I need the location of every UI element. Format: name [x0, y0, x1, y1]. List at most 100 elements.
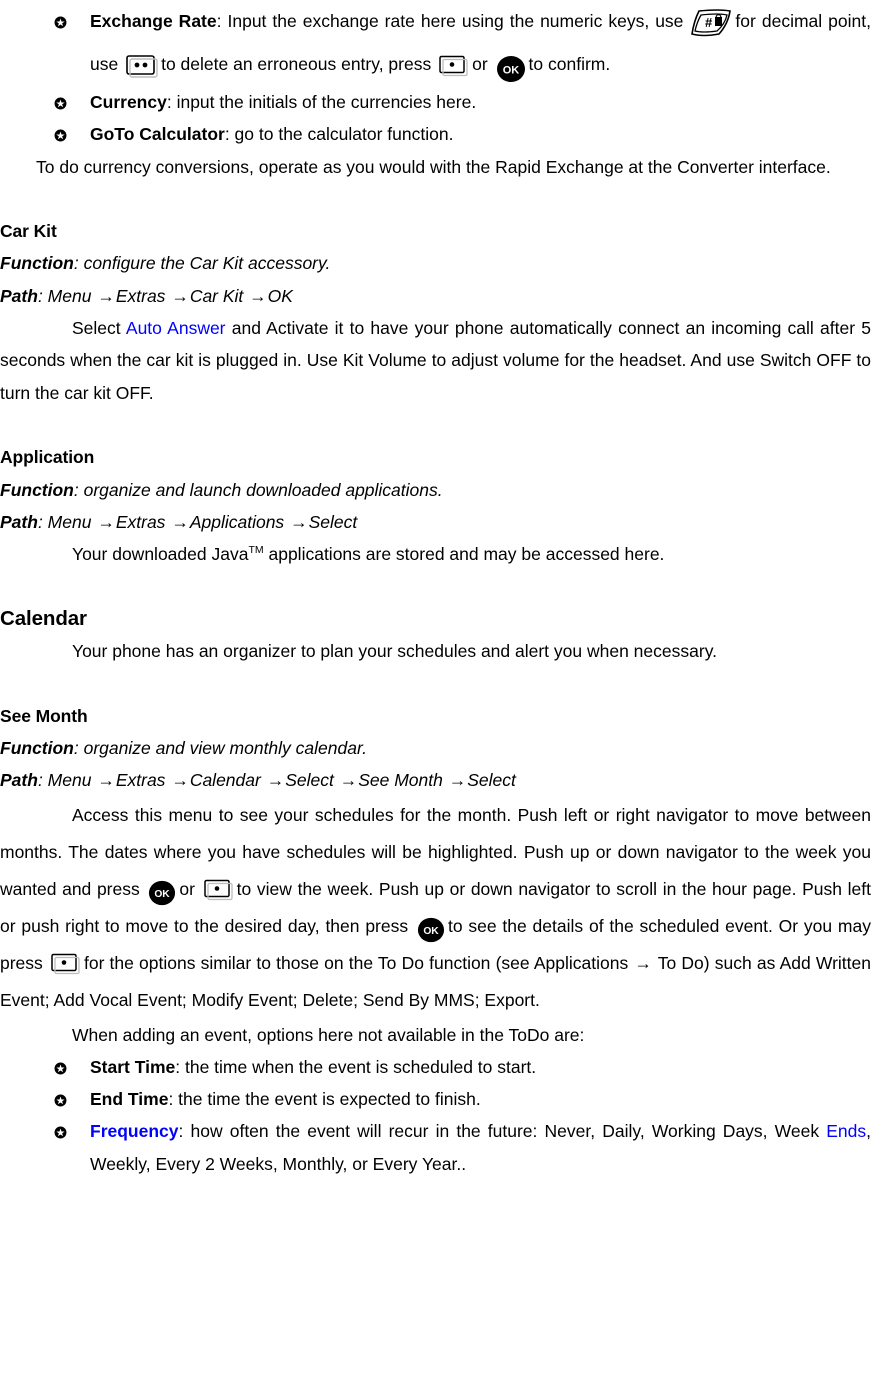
path-item: Select: [467, 770, 516, 791]
svg-text:OK: OK: [155, 890, 171, 901]
path-item: Menu: [47, 511, 92, 532]
soft-key-icon: [439, 55, 469, 77]
arrow-icon: →: [290, 511, 308, 532]
event-options-list: Start Time: the time when the event is s…: [0, 1051, 871, 1180]
arrow-icon: →: [97, 770, 115, 791]
application-body-2: applications are stored and may be acces…: [268, 544, 665, 565]
end-time-text: : the time the event is expected to fini…: [168, 1089, 481, 1110]
exchange-rate-text-3: to delete an erroneous entry, press: [161, 54, 432, 74]
car-kit-path-line: Path: Menu →Extras →Car Kit →OK: [0, 285, 293, 306]
function-text: : organize and view monthly calendar.: [73, 737, 367, 758]
application-body-1: Your downloaded Java: [72, 544, 249, 565]
link-auto-answer[interactable]: Auto Answer: [126, 318, 226, 338]
path-item: Menu: [47, 285, 92, 306]
paragraph-application-body: Your downloaded JavaTM applications are …: [0, 538, 871, 570]
list-item: End Time: the time the event is expected…: [0, 1083, 871, 1115]
path-item: Extras: [115, 285, 166, 306]
see-month-function-line: Function: organize and view monthly cale…: [0, 732, 871, 764]
paragraph-see-month-body: Access this menu to see your schedules f…: [0, 797, 871, 1019]
path-item: See Month: [358, 770, 443, 791]
path-item: Car Kit: [189, 285, 244, 306]
application-function-line: Function: organize and launch downloaded…: [0, 474, 871, 506]
path-item: OK: [267, 285, 293, 306]
trademark-mark: TM: [248, 544, 264, 557]
svg-text:#: #: [705, 15, 713, 30]
arrow-icon: →: [97, 511, 115, 532]
goto-calculator-text: : go to the calculator function.: [224, 124, 454, 145]
path-label: Path: [0, 285, 38, 306]
soft-key-icon: [203, 879, 234, 901]
exchange-rate-text-1: : Input the exchange rate here using the…: [216, 11, 684, 31]
svg-text:OK: OK: [423, 927, 439, 938]
ok-key-icon: OK: [496, 54, 526, 84]
list-item: Currency: input the initials of the curr…: [0, 86, 871, 118]
path-item: Applications: [189, 511, 285, 532]
clear-key-icon: [126, 54, 158, 78]
exchange-rate-text-5: to confirm.: [528, 54, 611, 74]
exchange-rate-text-4: or: [472, 54, 488, 74]
paragraph-car-kit-body: Select Auto Answer and Activate it to ha…: [0, 312, 871, 409]
paragraph-see-month-note: When adding an event, options here not a…: [0, 1019, 871, 1051]
clover-bullet-icon: [52, 0, 68, 43]
path-item: Extras: [115, 511, 166, 532]
arrow-icon: →: [339, 770, 358, 791]
path-item: Select: [308, 511, 358, 532]
start-time-text: : the time when the event is scheduled t…: [175, 1056, 537, 1077]
see-month-path-line: Path: Menu →Extras →Calendar →Select →Se…: [0, 770, 516, 791]
term-start-time: Start Time: [90, 1056, 176, 1077]
heading-application: Application: [0, 447, 95, 468]
paragraph-conversions: To do currency conversions, operate as y…: [0, 151, 871, 183]
list-item: Frequency: how often the event will recu…: [0, 1115, 871, 1180]
term-goto-calculator: GoTo Calculator: [90, 124, 225, 145]
term-exchange-rate: Exchange Rate: [90, 11, 217, 31]
see-month-body-2: or: [179, 878, 195, 899]
path-item: Menu: [47, 770, 92, 791]
heading-calendar: Calendar: [0, 606, 87, 630]
paragraph-conversions-text: To do currency conversions, operate as y…: [36, 156, 831, 177]
clover-bullet-icon: [52, 1083, 68, 1115]
document-page: Exchange Rate: Input the exchange rate h…: [0, 0, 871, 1386]
application-path-line: Path: Menu →Extras →Applications →Select: [0, 511, 358, 532]
function-label: Function: [0, 479, 74, 500]
list-item: Start Time: the time when the event is s…: [0, 1051, 871, 1083]
svg-text:OK: OK: [502, 65, 519, 77]
see-month-body-5: for the options similar to those on the …: [83, 952, 629, 973]
arrow-icon: →: [634, 952, 652, 973]
see-month-body-7: When adding an event, options here not a…: [72, 1024, 585, 1045]
function-text: : configure the Car Kit accessory.: [73, 253, 331, 274]
hash-key-icon: #: [689, 8, 733, 38]
currency-text: : input the initials of the currencies h…: [166, 92, 477, 112]
term-currency: Currency: [90, 92, 167, 112]
link-ends[interactable]: Ends: [826, 1121, 866, 1141]
arrow-icon: →: [266, 770, 285, 791]
car-kit-function-line: Function: configure the Car Kit accessor…: [0, 247, 871, 279]
term-frequency: Frequency: [90, 1121, 179, 1142]
path-item: Select: [285, 770, 334, 791]
clover-bullet-icon: [52, 118, 68, 150]
function-label: Function: [0, 253, 74, 274]
ok-key-icon: OK: [148, 879, 176, 907]
soft-key-icon: [51, 953, 81, 975]
arrow-icon: →: [171, 511, 189, 532]
calendar-body-text: Your phone has an organizer to plan your…: [72, 641, 718, 662]
path-label: Path: [0, 770, 38, 791]
function-label: Function: [0, 737, 74, 758]
path-item: Extras: [115, 770, 166, 791]
arrow-icon: →: [171, 285, 189, 306]
heading-see-month: See Month: [0, 705, 88, 726]
arrow-icon: →: [171, 770, 189, 791]
list-item: Exchange Rate: Input the exchange rate h…: [0, 0, 871, 86]
car-kit-body-1: Select: [72, 318, 121, 339]
clover-bullet-icon: [52, 86, 68, 118]
converter-options-list: Exchange Rate: Input the exchange rate h…: [0, 0, 871, 151]
term-end-time: End Time: [90, 1089, 169, 1110]
paragraph-calendar-body: Your phone has an organizer to plan your…: [0, 635, 871, 667]
arrow-icon: →: [249, 285, 267, 306]
path-label: Path: [0, 511, 38, 532]
function-text: : organize and launch downloaded applica…: [73, 479, 443, 500]
heading-car-kit: Car Kit: [0, 221, 57, 242]
